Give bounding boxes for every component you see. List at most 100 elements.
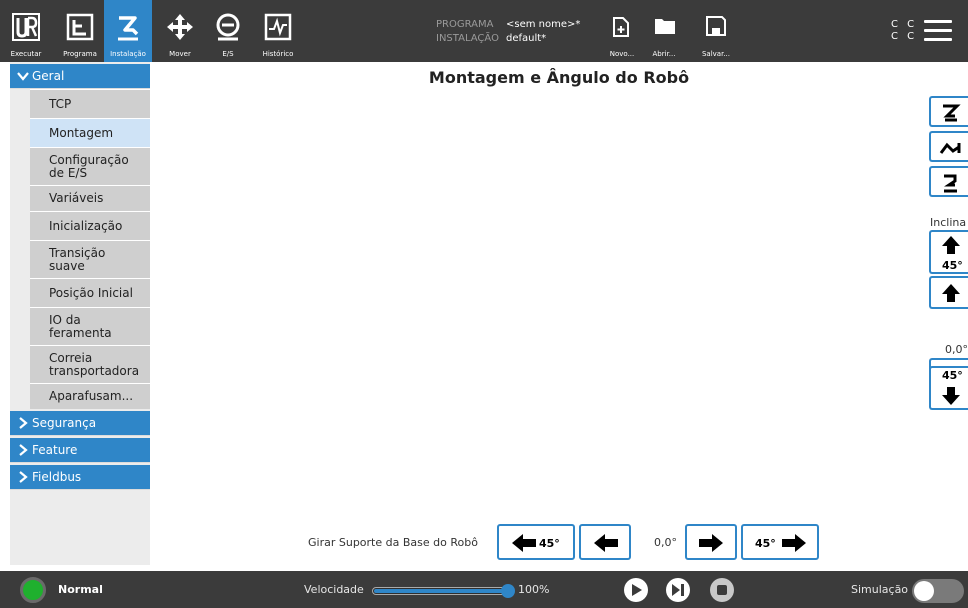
nav-run-button[interactable]: Executar xyxy=(0,0,52,62)
tilt-up-button[interactable] xyxy=(929,276,968,309)
status-text: Normal xyxy=(58,583,103,596)
arrow-right-icon xyxy=(699,534,723,552)
sidebar-item-conveyor[interactable]: Correia transportadora xyxy=(30,345,150,383)
open-file-button[interactable]: Abrir... xyxy=(644,0,684,62)
nav-log-label: Histórico xyxy=(262,50,294,58)
robot-front-view-icon xyxy=(944,174,957,193)
rotate-left-button[interactable] xyxy=(579,524,631,560)
control-indicator-bottom: C C xyxy=(891,31,918,42)
sidebar-item-montagem[interactable]: Montagem xyxy=(30,118,150,147)
sidebar-item-tool-io[interactable]: IO da feramenta xyxy=(30,307,150,345)
save-file-button[interactable]: Salvar... xyxy=(696,0,736,62)
stop-button[interactable] xyxy=(710,578,734,602)
sidebar-section-feature[interactable]: Feature xyxy=(10,438,150,463)
speed-slider-fill xyxy=(374,589,508,593)
sidebar-item-screwdriving[interactable]: Aparafusam... xyxy=(30,383,150,409)
sidebar-section-geral[interactable]: Geral xyxy=(10,64,150,89)
sidebar-section-label: Feature xyxy=(32,443,78,457)
speed-label: Velocidade xyxy=(304,583,364,596)
arrow-down-icon xyxy=(942,387,960,405)
nav-run-label: Executar xyxy=(10,50,42,58)
page-title: Montagem e Ângulo do Robô xyxy=(428,68,690,87)
view-side-button[interactable] xyxy=(929,131,968,162)
sidebar-item-label: Inicialização xyxy=(49,218,123,233)
new-file-label: Novo... xyxy=(609,50,635,58)
hamburger-menu-icon[interactable] xyxy=(924,20,952,47)
simulation-toggle[interactable] xyxy=(912,579,964,603)
nav-move-button[interactable]: Mover xyxy=(156,0,204,62)
sidebar-item-variables[interactable]: Variáveis xyxy=(30,185,150,211)
installation-icon xyxy=(118,16,139,41)
sidebar-item-init[interactable]: Inicialização xyxy=(30,211,150,240)
tilt-value: 0,0° xyxy=(945,343,968,356)
sidebar-item-label: Montagem xyxy=(49,125,114,140)
speed-slider[interactable] xyxy=(372,584,515,598)
sidebar-item-label: Transição suave xyxy=(49,245,106,273)
arrow-up-icon xyxy=(942,284,960,302)
sidebar-item-io-config[interactable]: Configuração de E/S xyxy=(30,147,150,185)
rotate-right-45-button[interactable]: 45° xyxy=(741,524,819,560)
log-icon xyxy=(264,13,292,41)
step-icon xyxy=(672,584,684,596)
status-indicator-icon[interactable] xyxy=(20,577,46,603)
view-front-button[interactable] xyxy=(929,166,968,197)
program-icon xyxy=(66,13,94,41)
control-indicator-top: C C xyxy=(891,19,918,30)
io-icon xyxy=(216,13,240,41)
sidebar-item-label: TCP xyxy=(49,96,72,111)
view-top-button[interactable] xyxy=(929,96,968,127)
sidebar-item-tcp[interactable]: TCP xyxy=(30,89,150,118)
simulation-label: Simulação xyxy=(851,583,909,596)
tilt-down-45-button[interactable]: 45° xyxy=(929,366,968,410)
step-button[interactable] xyxy=(666,578,690,602)
rotate-left-45-button[interactable]: 45° xyxy=(497,524,575,560)
sidebar-item-label: Variáveis xyxy=(49,191,104,205)
sidebar-item-label: IO da feramenta xyxy=(49,312,112,340)
nav-installation-button[interactable]: Instalação xyxy=(104,0,152,62)
speed-slider-handle[interactable] xyxy=(501,584,515,598)
chevron-down-icon xyxy=(17,72,29,81)
robot-top-view-icon xyxy=(943,104,961,122)
move-icon xyxy=(167,14,193,40)
chevron-right-icon xyxy=(19,417,28,429)
sidebar-section-label: Geral xyxy=(32,69,65,83)
folder-icon xyxy=(655,19,675,34)
nav-move-label: Mover xyxy=(169,50,191,58)
sidebar-item-label: Aparafusam... xyxy=(49,389,134,403)
installation-key: INSTALAÇÃO xyxy=(436,33,499,44)
simulation-toggle-knob xyxy=(914,581,934,601)
rotate-right-45-label: 45° xyxy=(755,537,776,550)
footer-bar: Normal Velocidade 100% Simulação xyxy=(0,571,968,608)
app-window: Executar Programa Instalação Mover E/S H… xyxy=(0,0,968,608)
ur-logo-icon xyxy=(12,13,40,41)
arrow-right-icon xyxy=(782,534,806,552)
sidebar-section-fieldbus[interactable]: Fieldbus xyxy=(10,465,150,490)
program-name: <sem nome>* xyxy=(506,19,581,30)
program-info: PROGRAMA <sem nome>* INSTALAÇÃO default* xyxy=(436,18,580,46)
nav-log-button[interactable]: Histórico xyxy=(252,0,304,62)
arrow-left-icon xyxy=(512,534,536,552)
sidebar-item-label: Correia transportadora xyxy=(49,351,140,378)
play-button[interactable] xyxy=(624,578,648,602)
play-icon xyxy=(632,584,642,596)
rotate-left-45-label: 45° xyxy=(539,537,560,550)
sidebar-item-home[interactable]: Posição Inicial xyxy=(30,278,150,307)
control-indicator: C C C C xyxy=(891,19,917,43)
rotate-right-button[interactable] xyxy=(685,524,737,560)
sidebar-section-safety[interactable]: Segurança xyxy=(10,411,150,436)
sidebar-section-label: Segurança xyxy=(32,416,97,430)
nav-io-button[interactable]: E/S xyxy=(204,0,252,62)
new-file-button[interactable]: Novo... xyxy=(602,0,642,62)
tilt-up-45-button[interactable]: 45° xyxy=(929,230,968,274)
tilt-up-45-label: 45° xyxy=(942,259,963,272)
nav-program-button[interactable]: Programa xyxy=(56,0,104,62)
rotate-label: Girar Suporte da Base do Robô xyxy=(308,536,478,549)
new-file-icon xyxy=(613,17,629,37)
sidebar-item-label: Configuração de E/S xyxy=(49,152,129,180)
sidebar-item-smooth-transition[interactable]: Transição suave xyxy=(30,240,150,278)
save-icon xyxy=(706,16,726,36)
speed-value: 100% xyxy=(518,583,550,596)
sidebar-section-label: Fieldbus xyxy=(32,470,82,484)
installation-name: default* xyxy=(506,33,547,44)
nav-installation-label: Instalação xyxy=(110,50,146,58)
